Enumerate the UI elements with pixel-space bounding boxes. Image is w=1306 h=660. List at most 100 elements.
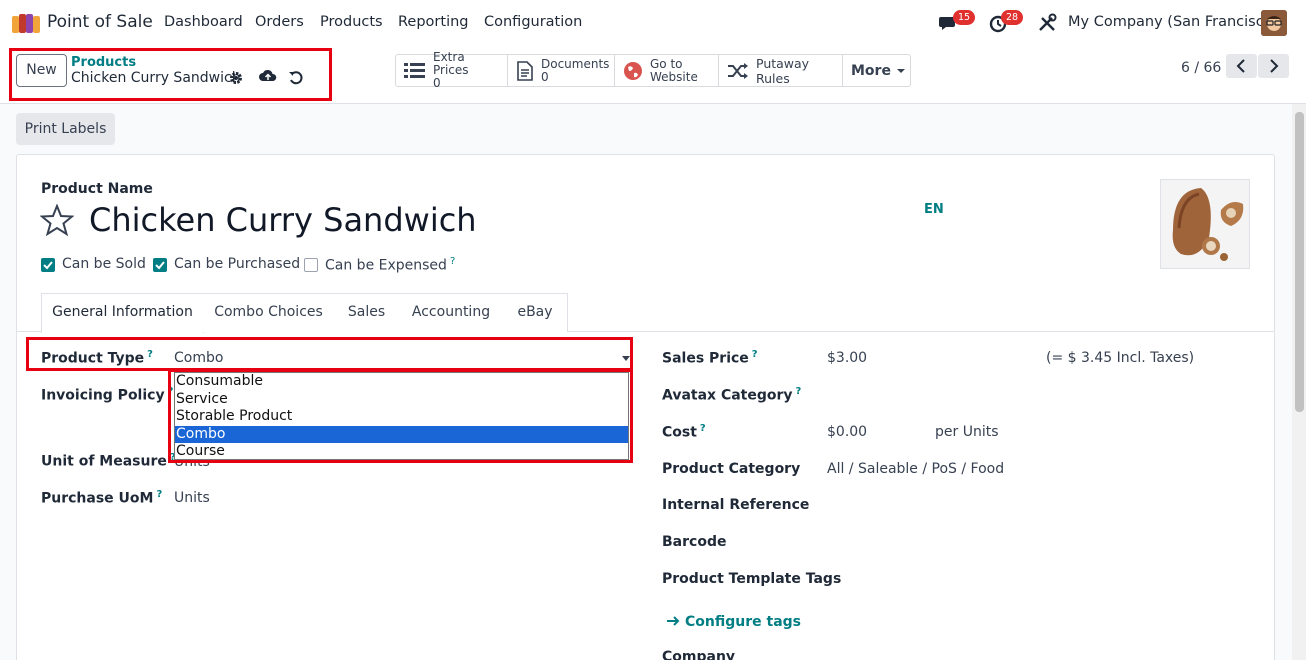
sales-price-field[interactable]: $3.00	[827, 350, 867, 366]
can-be-expensed-label[interactable]: Can be Expensed?	[325, 256, 455, 274]
sandwich-image	[1161, 180, 1249, 268]
tab-accounting[interactable]: Accounting	[399, 293, 504, 332]
messages-badge: 15	[953, 10, 976, 25]
pager-previous-button[interactable]	[1226, 54, 1257, 78]
avatax-category-label: Avatax Category?	[662, 386, 801, 404]
product-image[interactable]	[1160, 179, 1250, 269]
highlight-dropdown-box	[168, 369, 633, 463]
favorite-star-icon[interactable]	[40, 204, 74, 236]
product-category-field[interactable]: All / Saleable / PoS / Food	[827, 461, 1004, 477]
purchase-uom-label: Purchase UoM?	[41, 489, 162, 507]
shuffle-icon	[728, 62, 748, 79]
pos-app-icon[interactable]	[12, 11, 40, 33]
extra-prices-count: 0	[433, 76, 441, 90]
unit-of-measure-label-text: Unit of Measure	[41, 453, 167, 470]
discard-undo-icon[interactable]	[288, 70, 304, 86]
sales-price-label: Sales Price?	[662, 349, 758, 367]
cost-unit: per Units	[935, 424, 999, 440]
cost-field[interactable]: $0.00	[827, 424, 867, 440]
pager-value[interactable]: 6 / 66	[1181, 60, 1221, 76]
configure-tags-link[interactable]: Configure tags	[666, 614, 801, 630]
company-label: Company	[662, 649, 736, 660]
unit-of-measure-label: Unit of Measure?	[41, 452, 176, 470]
help-tooltip[interactable]: ?	[796, 386, 802, 397]
menu-configuration[interactable]: Configuration	[484, 14, 582, 30]
extra-prices-button[interactable]: Extra Prices 0	[395, 50, 508, 90]
gear-icon[interactable]	[228, 70, 244, 86]
more-dropdown-button[interactable]: More	[843, 54, 911, 87]
breadcrumb-products[interactable]: Products	[71, 55, 136, 70]
scrollbar-thumb[interactable]	[1295, 112, 1304, 412]
company-switcher[interactable]: My Company (San Francisco)	[1068, 14, 1278, 30]
can-be-purchased-label[interactable]: Can be Purchased	[174, 256, 300, 272]
documents-label: Documents	[541, 56, 610, 71]
tab-combo-choices[interactable]: Combo Choices	[203, 293, 335, 332]
activities-badge: 28	[1001, 10, 1024, 25]
print-labels-button[interactable]: Print Labels	[16, 113, 115, 145]
help-tooltip[interactable]: ?	[156, 489, 162, 500]
smart-buttons: Extra Prices 0 Documents 0 Go to Website Pu…	[395, 50, 911, 90]
help-tooltip[interactable]: ?	[752, 349, 758, 360]
barcode-label: Barcode	[662, 534, 727, 550]
menu-dashboard[interactable]: Dashboard	[164, 14, 243, 30]
arrow-right-icon	[667, 616, 680, 626]
debug-tools-icon[interactable]	[1036, 12, 1058, 34]
list-icon	[404, 62, 425, 78]
cost-label-text: Cost	[662, 424, 697, 441]
go-to-website-button[interactable]: Go to Website	[615, 54, 719, 87]
chevron-right-icon	[1270, 59, 1279, 73]
avatax-category-label-text: Avatax Category	[662, 387, 793, 404]
globe-icon	[624, 61, 642, 80]
chevron-left-icon	[1236, 59, 1245, 73]
website-line2: Website	[650, 69, 698, 84]
tab-ebay[interactable]: eBay	[503, 293, 568, 332]
help-tooltip[interactable]: ?	[450, 256, 455, 267]
checkmark-icon	[43, 261, 53, 270]
can-be-sold-checkbox[interactable]	[41, 258, 55, 272]
sales-price-label-text: Sales Price	[662, 350, 749, 367]
product-category-label: Product Category	[662, 461, 801, 477]
top-navbar: Point of Sale Dashboard Orders Products …	[0, 0, 1306, 46]
purchase-uom-label-text: Purchase UoM	[41, 490, 154, 507]
documents-button[interactable]: Documents 0	[508, 54, 615, 87]
putaway-rules-button[interactable]: Putaway Rules	[719, 54, 843, 87]
can-be-purchased-checkbox[interactable]	[153, 258, 167, 272]
internal-reference-label: Internal Reference	[662, 497, 810, 513]
document-icon	[517, 60, 533, 81]
highlight-product-type-box	[26, 337, 633, 371]
documents-count: 0	[541, 69, 549, 84]
app-name[interactable]: Point of Sale	[47, 12, 153, 32]
menu-reporting[interactable]: Reporting	[398, 14, 469, 30]
extra-prices-label: Extra Prices	[433, 50, 469, 77]
more-label: More	[851, 62, 891, 79]
avatar-face-icon	[1261, 10, 1287, 36]
tab-sales[interactable]: Sales	[334, 293, 400, 332]
product-template-tags-label: Product Template Tags	[662, 571, 842, 587]
putaway-rules-label: Putaway Rules	[756, 55, 810, 86]
invoicing-policy-label: Invoicing Policy?	[41, 386, 173, 404]
scrollbar[interactable]	[1292, 104, 1306, 660]
can-be-expensed-text: Can be Expensed	[325, 257, 447, 274]
can-be-expensed-checkbox[interactable]	[304, 258, 318, 272]
product-name-label: Product Name	[41, 181, 153, 197]
menu-orders[interactable]: Orders	[255, 14, 304, 30]
website-line1: Go to	[650, 56, 683, 71]
sales-price-incl-taxes: (= $ 3.45 Incl. Taxes)	[1046, 350, 1195, 366]
language-button[interactable]: EN	[924, 202, 944, 217]
purchase-uom-field[interactable]: Units	[174, 490, 210, 506]
can-be-sold-label[interactable]: Can be Sold	[62, 256, 146, 272]
configure-tags-label: Configure tags	[685, 614, 801, 630]
cost-label: Cost?	[662, 423, 706, 441]
product-name-field[interactable]: Chicken Curry Sandwich	[89, 201, 477, 239]
control-panel: New Products Chicken Curry Sandwich Extr…	[0, 46, 1306, 104]
caret-down-icon	[896, 68, 905, 73]
pager-next-button[interactable]	[1258, 54, 1289, 78]
checkmark-icon	[155, 261, 165, 270]
user-avatar[interactable]	[1261, 10, 1287, 36]
breadcrumb-current: Chicken Curry Sandwich	[71, 70, 241, 86]
help-tooltip[interactable]: ?	[700, 423, 706, 434]
cloud-save-icon[interactable]	[259, 68, 277, 84]
tab-general-information[interactable]: General Information	[41, 293, 204, 333]
menu-products[interactable]: Products	[320, 14, 383, 30]
new-button[interactable]: New	[16, 54, 67, 87]
